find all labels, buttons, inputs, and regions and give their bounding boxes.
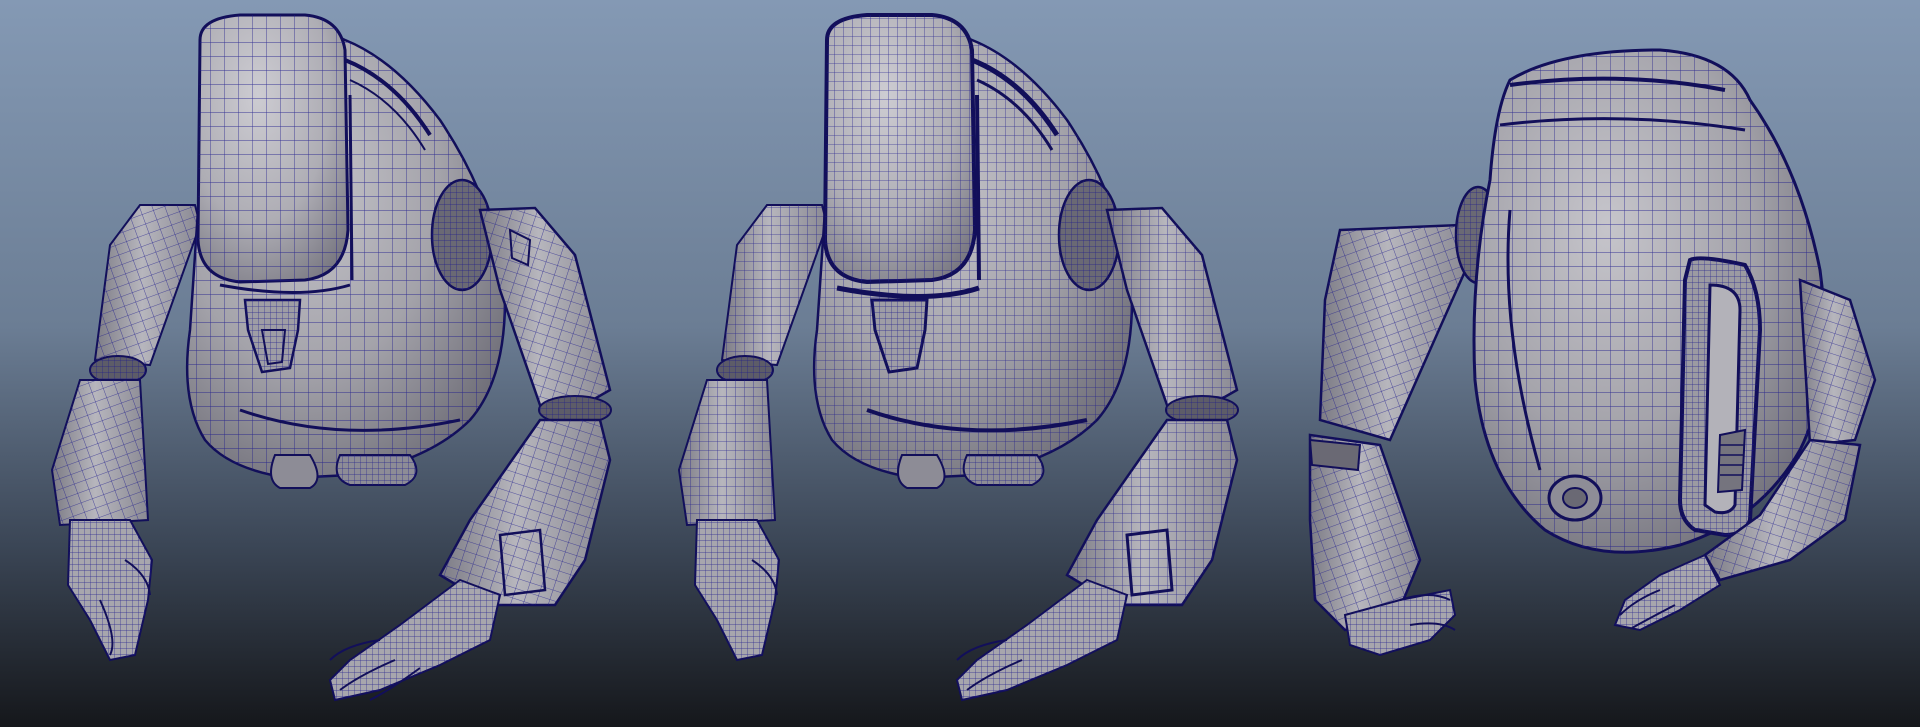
wireframe-render: [0, 0, 1920, 727]
maya-viewport[interactable]: [0, 0, 1920, 727]
